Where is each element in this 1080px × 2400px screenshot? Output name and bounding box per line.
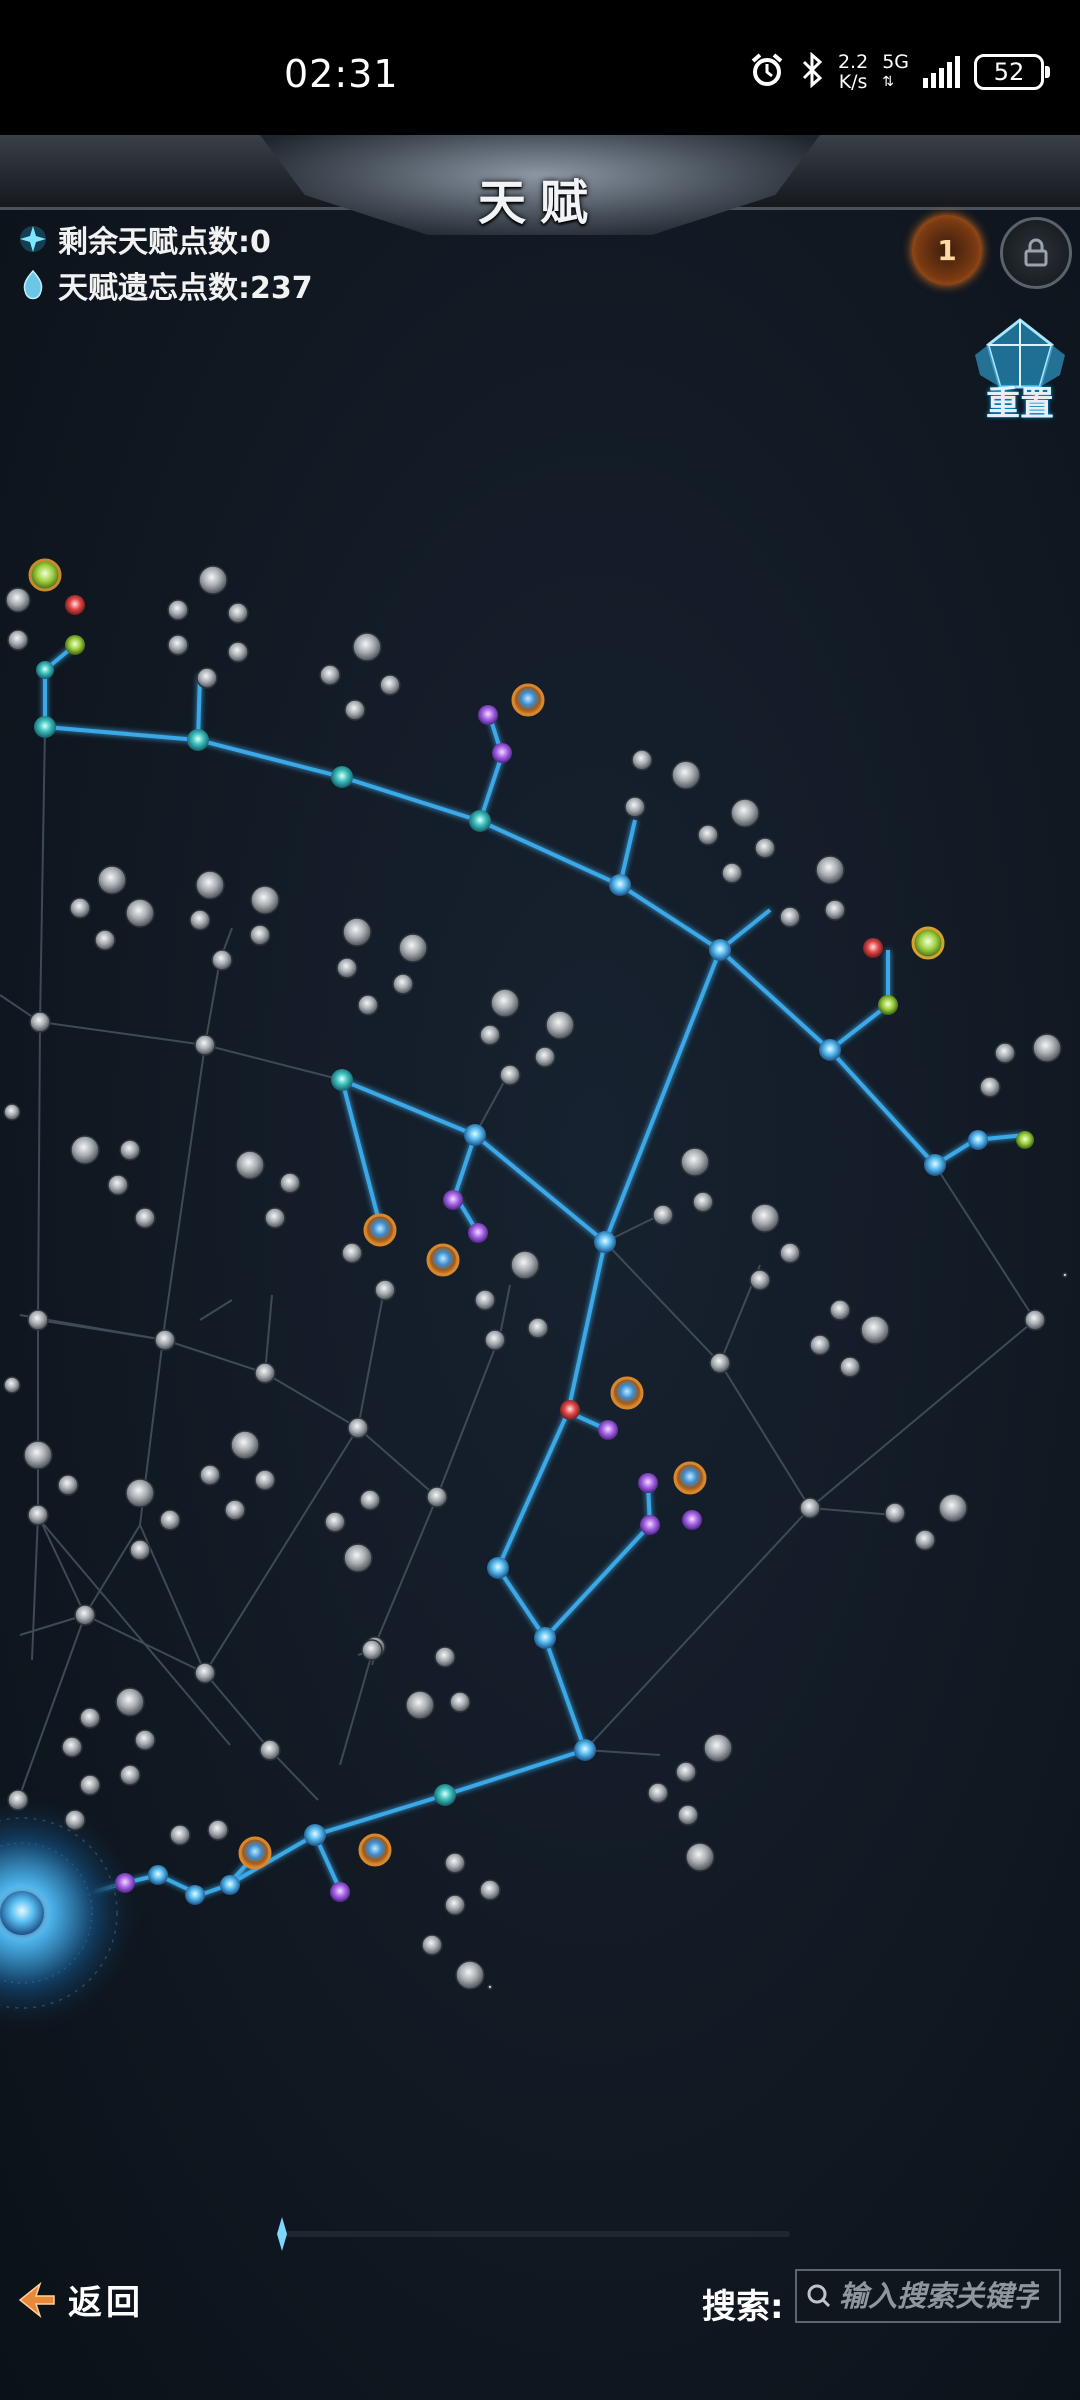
search-label: 搜索: <box>702 2287 784 2327</box>
talent-screen: 天赋 剩余天赋点数:0 天赋遗忘点数:237 1 重置 返回 搜索: 输入搜索关… <box>0 135 1080 2400</box>
signal-icon <box>923 56 960 88</box>
reset-button[interactable]: 重置 <box>970 315 1070 425</box>
search-input[interactable] <box>837 2278 1041 2314</box>
alarm-icon <box>748 51 786 93</box>
reset-label: 重置 <box>986 384 1054 424</box>
inactive-hubs[interactable] <box>3 1011 1046 1811</box>
search-box[interactable] <box>795 2269 1061 2323</box>
network-type: 5G ⇅ <box>882 51 909 90</box>
crystal-icon <box>23 270 43 300</box>
scroll-thumb[interactable] <box>275 2217 289 2251</box>
remaining-points: 剩余天赋点数:0 <box>18 217 271 261</box>
lock-button[interactable] <box>1000 217 1072 289</box>
horizontal-scrollbar[interactable] <box>277 2217 790 2251</box>
search-icon <box>807 2284 831 2308</box>
status-time: 02:31 <box>284 52 399 96</box>
forget-points: 天赋遗忘点数:237 <box>18 263 313 307</box>
status-icons: 2.2 K/s 5G ⇅ 52 <box>748 50 1050 94</box>
back-button[interactable]: 返回 <box>14 2275 144 2324</box>
status-bar: 02:31 2.2 K/s 5G ⇅ 52 <box>0 0 1080 135</box>
inactive-nodes[interactable] <box>5 565 1068 1990</box>
lock-icon <box>1024 238 1048 267</box>
talent-tree[interactable] <box>0 135 1080 2400</box>
back-arrow-icon <box>18 2281 55 2318</box>
network-speed: 2.2 K/s <box>837 51 869 93</box>
battery-icon: 52 <box>974 54 1050 90</box>
bluetooth-icon <box>800 51 824 92</box>
special-nodes[interactable] <box>28 558 1034 1902</box>
active-nodes[interactable] <box>34 595 988 1905</box>
level-badge-button[interactable]: 1 <box>912 215 982 285</box>
star-gem-icon <box>20 226 46 252</box>
